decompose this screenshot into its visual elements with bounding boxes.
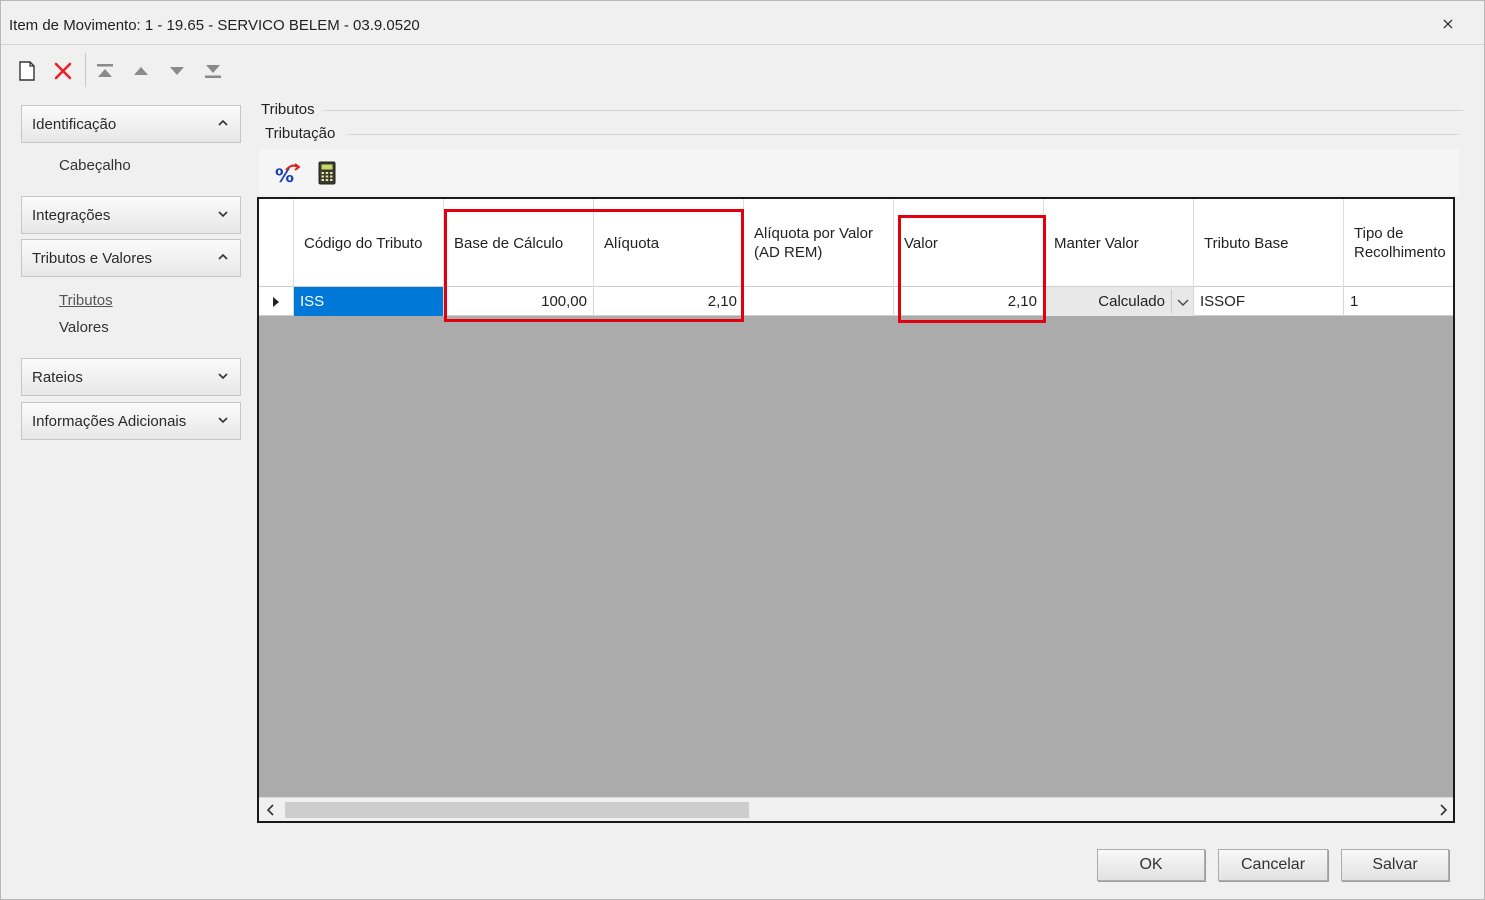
column-header-valor[interactable]: Valor — [894, 199, 1044, 287]
column-header-aliquota[interactable]: Alíquota — [594, 199, 744, 287]
chevron-down-icon — [218, 373, 228, 380]
nav-item-cabecalho[interactable]: Cabeçalho — [59, 157, 131, 174]
svg-text:%: % — [275, 165, 294, 185]
move-last-icon[interactable] — [199, 57, 227, 85]
move-first-icon[interactable] — [91, 57, 119, 85]
cell-codigo[interactable]: ISS — [294, 287, 444, 316]
title-bar: Item de Movimento: 1 - 19.65 - SERVICO B… — [1, 1, 1484, 45]
subsection-title: Tributação — [265, 125, 336, 142]
navigation-panel: Identificação Cabeçalho Integrações Trib… — [13, 97, 249, 887]
table-row[interactable]: ISS 100,00 2,10 2,10 Calculado ISSOF 1 — [259, 287, 1453, 316]
window-title: Item de Movimento: 1 - 19.65 - SERVICO B… — [9, 17, 420, 34]
section-title: Tributos — [261, 101, 315, 118]
nav-group-label: Integrações — [32, 207, 111, 224]
main-content: Tributos Tributação % Código do Tributo … — [247, 97, 1473, 827]
row-indicator-icon — [259, 287, 294, 316]
ok-button[interactable]: OK — [1097, 849, 1205, 881]
calculator-icon[interactable] — [313, 159, 341, 187]
tributos-grid[interactable]: Código do Tributo Base de Cálculo Alíquo… — [257, 197, 1455, 823]
scroll-right-icon[interactable] — [1433, 800, 1453, 820]
delete-icon[interactable] — [49, 57, 77, 85]
column-header-codigo[interactable]: Código do Tributo — [294, 199, 444, 287]
cell-aliquota-valor[interactable] — [744, 287, 894, 316]
manter-valor-value: Calculado — [1098, 293, 1165, 310]
dialog-window: Item de Movimento: 1 - 19.65 - SERVICO B… — [0, 0, 1485, 900]
column-header-aliquota-valor[interactable]: Alíquota por Valor (AD REM) — [744, 199, 894, 287]
grid-toolbar: % — [259, 149, 1459, 195]
scroll-left-icon[interactable] — [261, 800, 281, 820]
move-up-icon[interactable] — [127, 57, 155, 85]
chevron-up-icon — [218, 253, 228, 260]
column-header-manter-valor[interactable]: Manter Valor — [1044, 199, 1194, 287]
grid-header: Código do Tributo Base de Cálculo Alíquo… — [259, 199, 1453, 287]
row-indicator-header — [259, 199, 294, 287]
nav-group-tributos-e-valores[interactable]: Tributos e Valores — [21, 239, 241, 277]
cell-tipo-recolhimento[interactable]: 1 — [1344, 287, 1453, 316]
cell-aliquota[interactable]: 2,10 — [594, 287, 744, 316]
cell-manter-valor-dropdown[interactable]: Calculado — [1044, 287, 1194, 316]
close-icon[interactable]: ⨯ — [1436, 13, 1460, 37]
nav-group-label: Rateios — [32, 369, 83, 386]
nav-item-tributos[interactable]: Tributos — [59, 292, 113, 309]
column-header-tipo-recolhimento[interactable]: Tipo de Recolhimento — [1344, 199, 1453, 287]
cancel-button[interactable]: Cancelar — [1218, 849, 1328, 881]
nav-item-valores[interactable]: Valores — [59, 319, 109, 336]
nav-group-label: Identificação — [32, 116, 117, 133]
nav-group-label: Informações Adicionais — [32, 413, 187, 430]
cell-tributo-base[interactable]: ISSOF — [1194, 287, 1344, 316]
nav-group-informacoes-adicionais[interactable]: Informações Adicionais — [21, 402, 241, 440]
chevron-down-icon — [218, 211, 228, 218]
nav-group-integracoes[interactable]: Integrações — [21, 196, 241, 234]
cell-valor[interactable]: 2,10 — [894, 287, 1044, 316]
cell-base-calculo[interactable]: 100,00 — [444, 287, 594, 316]
chevron-down-icon — [218, 417, 228, 424]
chevron-up-icon — [218, 119, 228, 126]
nav-group-rateios[interactable]: Rateios — [21, 358, 241, 396]
chevron-down-icon[interactable] — [1171, 290, 1193, 313]
move-down-icon[interactable] — [163, 57, 191, 85]
column-header-base-calculo[interactable]: Base de Cálculo — [444, 199, 594, 287]
column-header-tributo-base[interactable]: Tributo Base — [1194, 199, 1344, 287]
toolbar-separator — [85, 53, 86, 87]
horizontal-scrollbar[interactable] — [259, 797, 1453, 821]
new-document-icon[interactable] — [13, 57, 41, 85]
nav-group-label: Tributos e Valores — [32, 250, 153, 267]
percent-recalc-icon[interactable]: % — [273, 159, 301, 187]
scrollbar-thumb[interactable] — [285, 802, 749, 818]
subsection-divider — [347, 134, 1459, 135]
toolbar — [13, 53, 313, 87]
save-button[interactable]: Salvar — [1341, 849, 1449, 881]
section-divider — [323, 110, 1463, 111]
nav-group-identificacao[interactable]: Identificação — [21, 105, 241, 143]
